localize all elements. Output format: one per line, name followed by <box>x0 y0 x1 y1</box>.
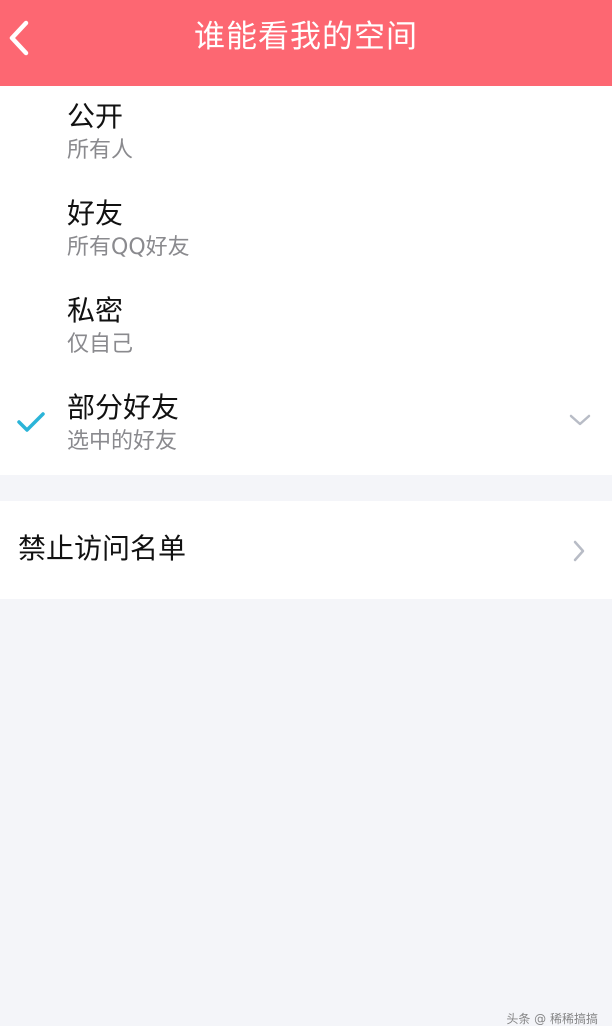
watermark: 头条 @ 稀稀搞搞 <box>506 1012 598 1026</box>
option-subtitle: 所有人 <box>67 138 134 163</box>
chevron-down-icon[interactable] <box>568 413 592 427</box>
option-friends[interactable]: 好友 所有QQ好友 <box>0 183 612 280</box>
nav-header: 谁能看我的空间 <box>0 0 612 86</box>
page-title: 谁能看我的空间 <box>194 19 418 55</box>
section-divider <box>0 475 612 501</box>
option-title: 公开 <box>67 100 124 133</box>
visibility-options-list: 公开 所有人 好友 所有QQ好友 私密 仅自己 部分好友 选中的好友 <box>0 86 612 475</box>
chevron-right-icon <box>573 540 585 562</box>
option-title: 好友 <box>67 197 124 230</box>
blocked-visitors-list-row[interactable]: 禁止访问名单 <box>0 501 612 599</box>
option-subtitle: 选中的好友 <box>67 429 178 454</box>
checkmark-icon <box>17 412 45 432</box>
blocklist-label: 禁止访问名单 <box>18 532 187 565</box>
option-some-friends[interactable]: 部分好友 选中的好友 <box>0 377 612 474</box>
option-private[interactable]: 私密 仅自己 <box>0 280 612 377</box>
option-title: 私密 <box>67 294 124 327</box>
option-subtitle: 所有QQ好友 <box>67 235 190 260</box>
option-subtitle: 仅自己 <box>67 332 134 357</box>
option-title: 部分好友 <box>67 391 180 424</box>
option-public[interactable]: 公开 所有人 <box>0 86 612 183</box>
empty-background: 头条 @ 稀稀搞搞 <box>0 599 612 1026</box>
